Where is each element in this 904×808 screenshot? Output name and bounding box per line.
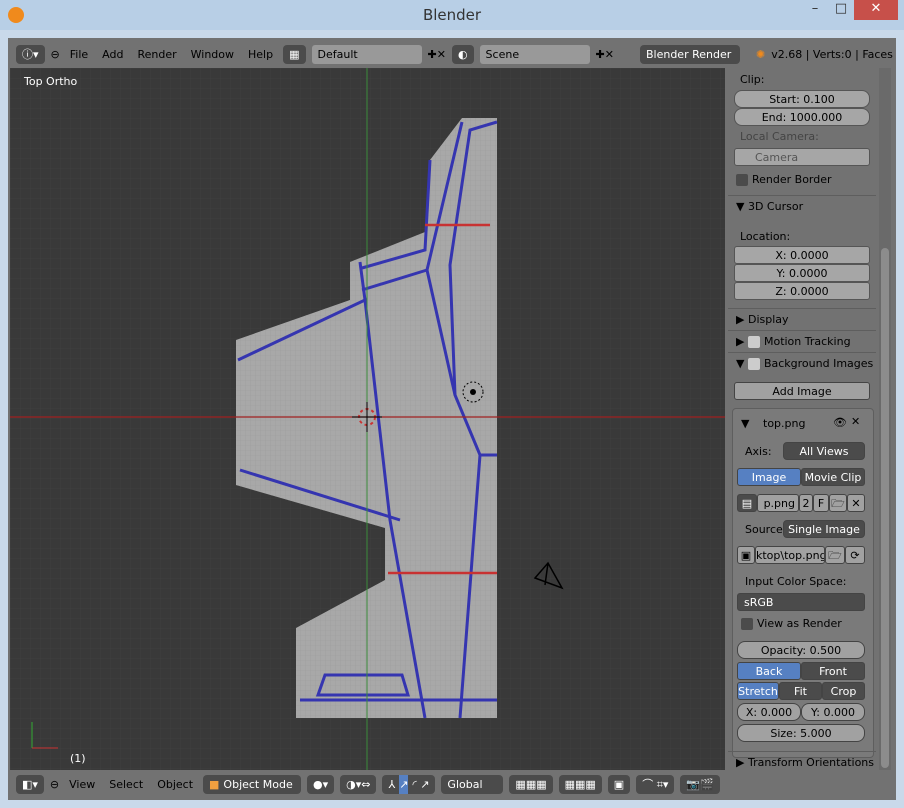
location-label: Location: [740, 230, 791, 243]
layers-grid-2[interactable]: ▦▦▦ [558, 774, 602, 794]
reload-icon[interactable]: ⟳ [845, 546, 865, 564]
clip-end-field[interactable]: End: 1000.000 [734, 108, 870, 126]
local-camera-label: Local Camera: [740, 130, 819, 143]
background-image-item: ▼ top.png 👁 ✕ Axis: All Views Image Movi… [732, 408, 874, 758]
render-engine-select[interactable]: Blender Render [639, 44, 740, 64]
menu-add[interactable]: Add [98, 48, 127, 61]
scene-field[interactable]: Scene [479, 44, 590, 64]
source-select[interactable]: Single Image [783, 520, 865, 538]
properties-panel: Clip: Start: 0.100 End: 1000.000 Local C… [728, 68, 878, 772]
image-expand-toggle[interactable]: ▼ [741, 417, 749, 430]
tab-movie-clip[interactable]: Movie Clip [801, 468, 865, 486]
view-label: Top Ortho [24, 75, 78, 88]
unlink-icon[interactable]: ✕ [847, 494, 865, 512]
menu-file[interactable]: File [66, 48, 92, 61]
maximize-button[interactable]: □ [828, 0, 854, 20]
editor-type-icon[interactable]: ◧▾ [16, 774, 44, 794]
3d-viewport[interactable]: Top Ortho (1) [10, 68, 725, 772]
local-camera-field[interactable]: Camera [734, 148, 870, 166]
viewport-canvas[interactable] [10, 68, 725, 772]
back-button[interactable]: Back [737, 662, 801, 680]
screen-layout-field[interactable]: Default [311, 44, 422, 64]
collapse-icon[interactable]: ⊖ [51, 48, 60, 61]
browse-file-icon[interactable]: 🗁 [825, 546, 845, 564]
colorspace-select[interactable]: sRGB [737, 593, 865, 611]
title-bar: Blender – □ ✕ [0, 0, 904, 30]
add-screen-button[interactable]: ✚✕ [428, 48, 446, 61]
stretch-button[interactable]: Stretch [737, 682, 779, 700]
display-section[interactable]: ▶ Display [728, 308, 876, 330]
offset-y-field[interactable]: Y: 0.000 [801, 703, 865, 721]
clip-start-field[interactable]: Start: 0.100 [734, 90, 870, 108]
layers-grid[interactable]: ▦▦▦ [509, 774, 553, 794]
image-browse-icon[interactable]: ▤ [737, 494, 757, 512]
panel-scrollbar[interactable] [879, 68, 891, 772]
offset-x-field[interactable]: X: 0.000 [737, 703, 801, 721]
cube-icon: ■ [209, 777, 220, 791]
3d-cursor-section[interactable]: ▼ 3D Cursor [728, 195, 876, 217]
info-header: ⓘ▾ ⊖ File Add Render Window Help ▦ Defau… [8, 40, 896, 68]
clip-label: Clip: [740, 73, 765, 86]
size-field[interactable]: Size: 5.000 [737, 724, 865, 742]
close-button[interactable]: ✕ [854, 0, 898, 20]
fit-button[interactable]: Fit [779, 682, 822, 700]
view-as-render-checkbox[interactable]: View as Render [741, 617, 842, 630]
manipulator-toggles[interactable]: ⅄ ↗ ◜ ↗ [382, 774, 436, 794]
open-file-icon[interactable]: 🗁 [829, 494, 847, 512]
pivot-select[interactable]: ◑▾⇔ [340, 774, 377, 794]
collapse-icon[interactable]: ⊖ [50, 778, 59, 791]
users-count[interactable]: 2 [799, 494, 813, 512]
fake-user-button[interactable]: F [813, 494, 829, 512]
menu-help[interactable]: Help [244, 48, 277, 61]
window-title: Blender [422, 6, 482, 24]
info-editor-type-icon[interactable]: ⓘ▾ [16, 44, 45, 64]
add-image-button[interactable]: Add Image [734, 382, 870, 400]
axis-label: Axis: [745, 445, 772, 458]
scene-icon[interactable]: ◐ [451, 44, 474, 64]
colorspace-label: Input Color Space: [745, 575, 847, 588]
blender-icon: ✺ [755, 47, 766, 61]
remove-image-icon[interactable]: ✕ [851, 415, 860, 428]
shading-select[interactable]: ●▾ [307, 774, 335, 794]
image-name: top.png [763, 417, 806, 430]
minimize-button[interactable]: – [802, 0, 828, 20]
snap-icon[interactable]: ⌒ ⌗▾ [636, 774, 675, 794]
viewport-header: ◧▾ ⊖ View Select Object ■ Object Mode ●▾ … [8, 770, 896, 798]
source-label: Source [745, 523, 783, 536]
menu-render[interactable]: Render [133, 48, 180, 61]
orientation-select[interactable]: Global [441, 774, 504, 794]
cursor-x-field[interactable]: X: 0.0000 [734, 246, 870, 264]
crop-button[interactable]: Crop [822, 682, 865, 700]
lock-layers-icon[interactable]: ▣ [607, 774, 631, 794]
cursor-z-field[interactable]: Z: 0.0000 [734, 282, 870, 300]
add-scene-button[interactable]: ✚✕ [596, 48, 614, 61]
menu-window[interactable]: Window [187, 48, 238, 61]
screen-layout-icon[interactable]: ▦ [283, 44, 306, 64]
stats-text: v2.68 | Verts:0 | Faces [771, 47, 893, 61]
menu-object[interactable]: Object [153, 778, 197, 791]
blender-logo-icon [8, 7, 24, 23]
background-images-section[interactable]: ▼ Background Images [728, 352, 876, 374]
filepath-field[interactable]: ktop\top.png [755, 546, 825, 564]
render-icons[interactable]: 📷🎬 [680, 774, 720, 794]
motion-tracking-section[interactable]: ▶ Motion Tracking [728, 330, 876, 352]
eye-icon[interactable]: 👁 [833, 416, 847, 429]
render-border-checkbox[interactable]: Render Border [736, 173, 832, 186]
front-button[interactable]: Front [801, 662, 865, 680]
cursor-y-field[interactable]: Y: 0.0000 [734, 264, 870, 282]
mode-select[interactable]: ■ Object Mode [203, 774, 302, 794]
image-name-field[interactable]: p.png [757, 494, 799, 512]
frame-number: (1) [70, 752, 86, 765]
opacity-slider[interactable]: Opacity: 0.500 [737, 641, 865, 659]
tab-image[interactable]: Image [737, 468, 801, 486]
menu-select[interactable]: Select [105, 778, 147, 791]
pack-icon[interactable]: ▣ [737, 546, 755, 564]
axis-select[interactable]: All Views [783, 442, 865, 460]
menu-view[interactable]: View [65, 778, 99, 791]
blender-app: ⓘ▾ ⊖ File Add Render Window Help ▦ Defau… [8, 38, 896, 800]
